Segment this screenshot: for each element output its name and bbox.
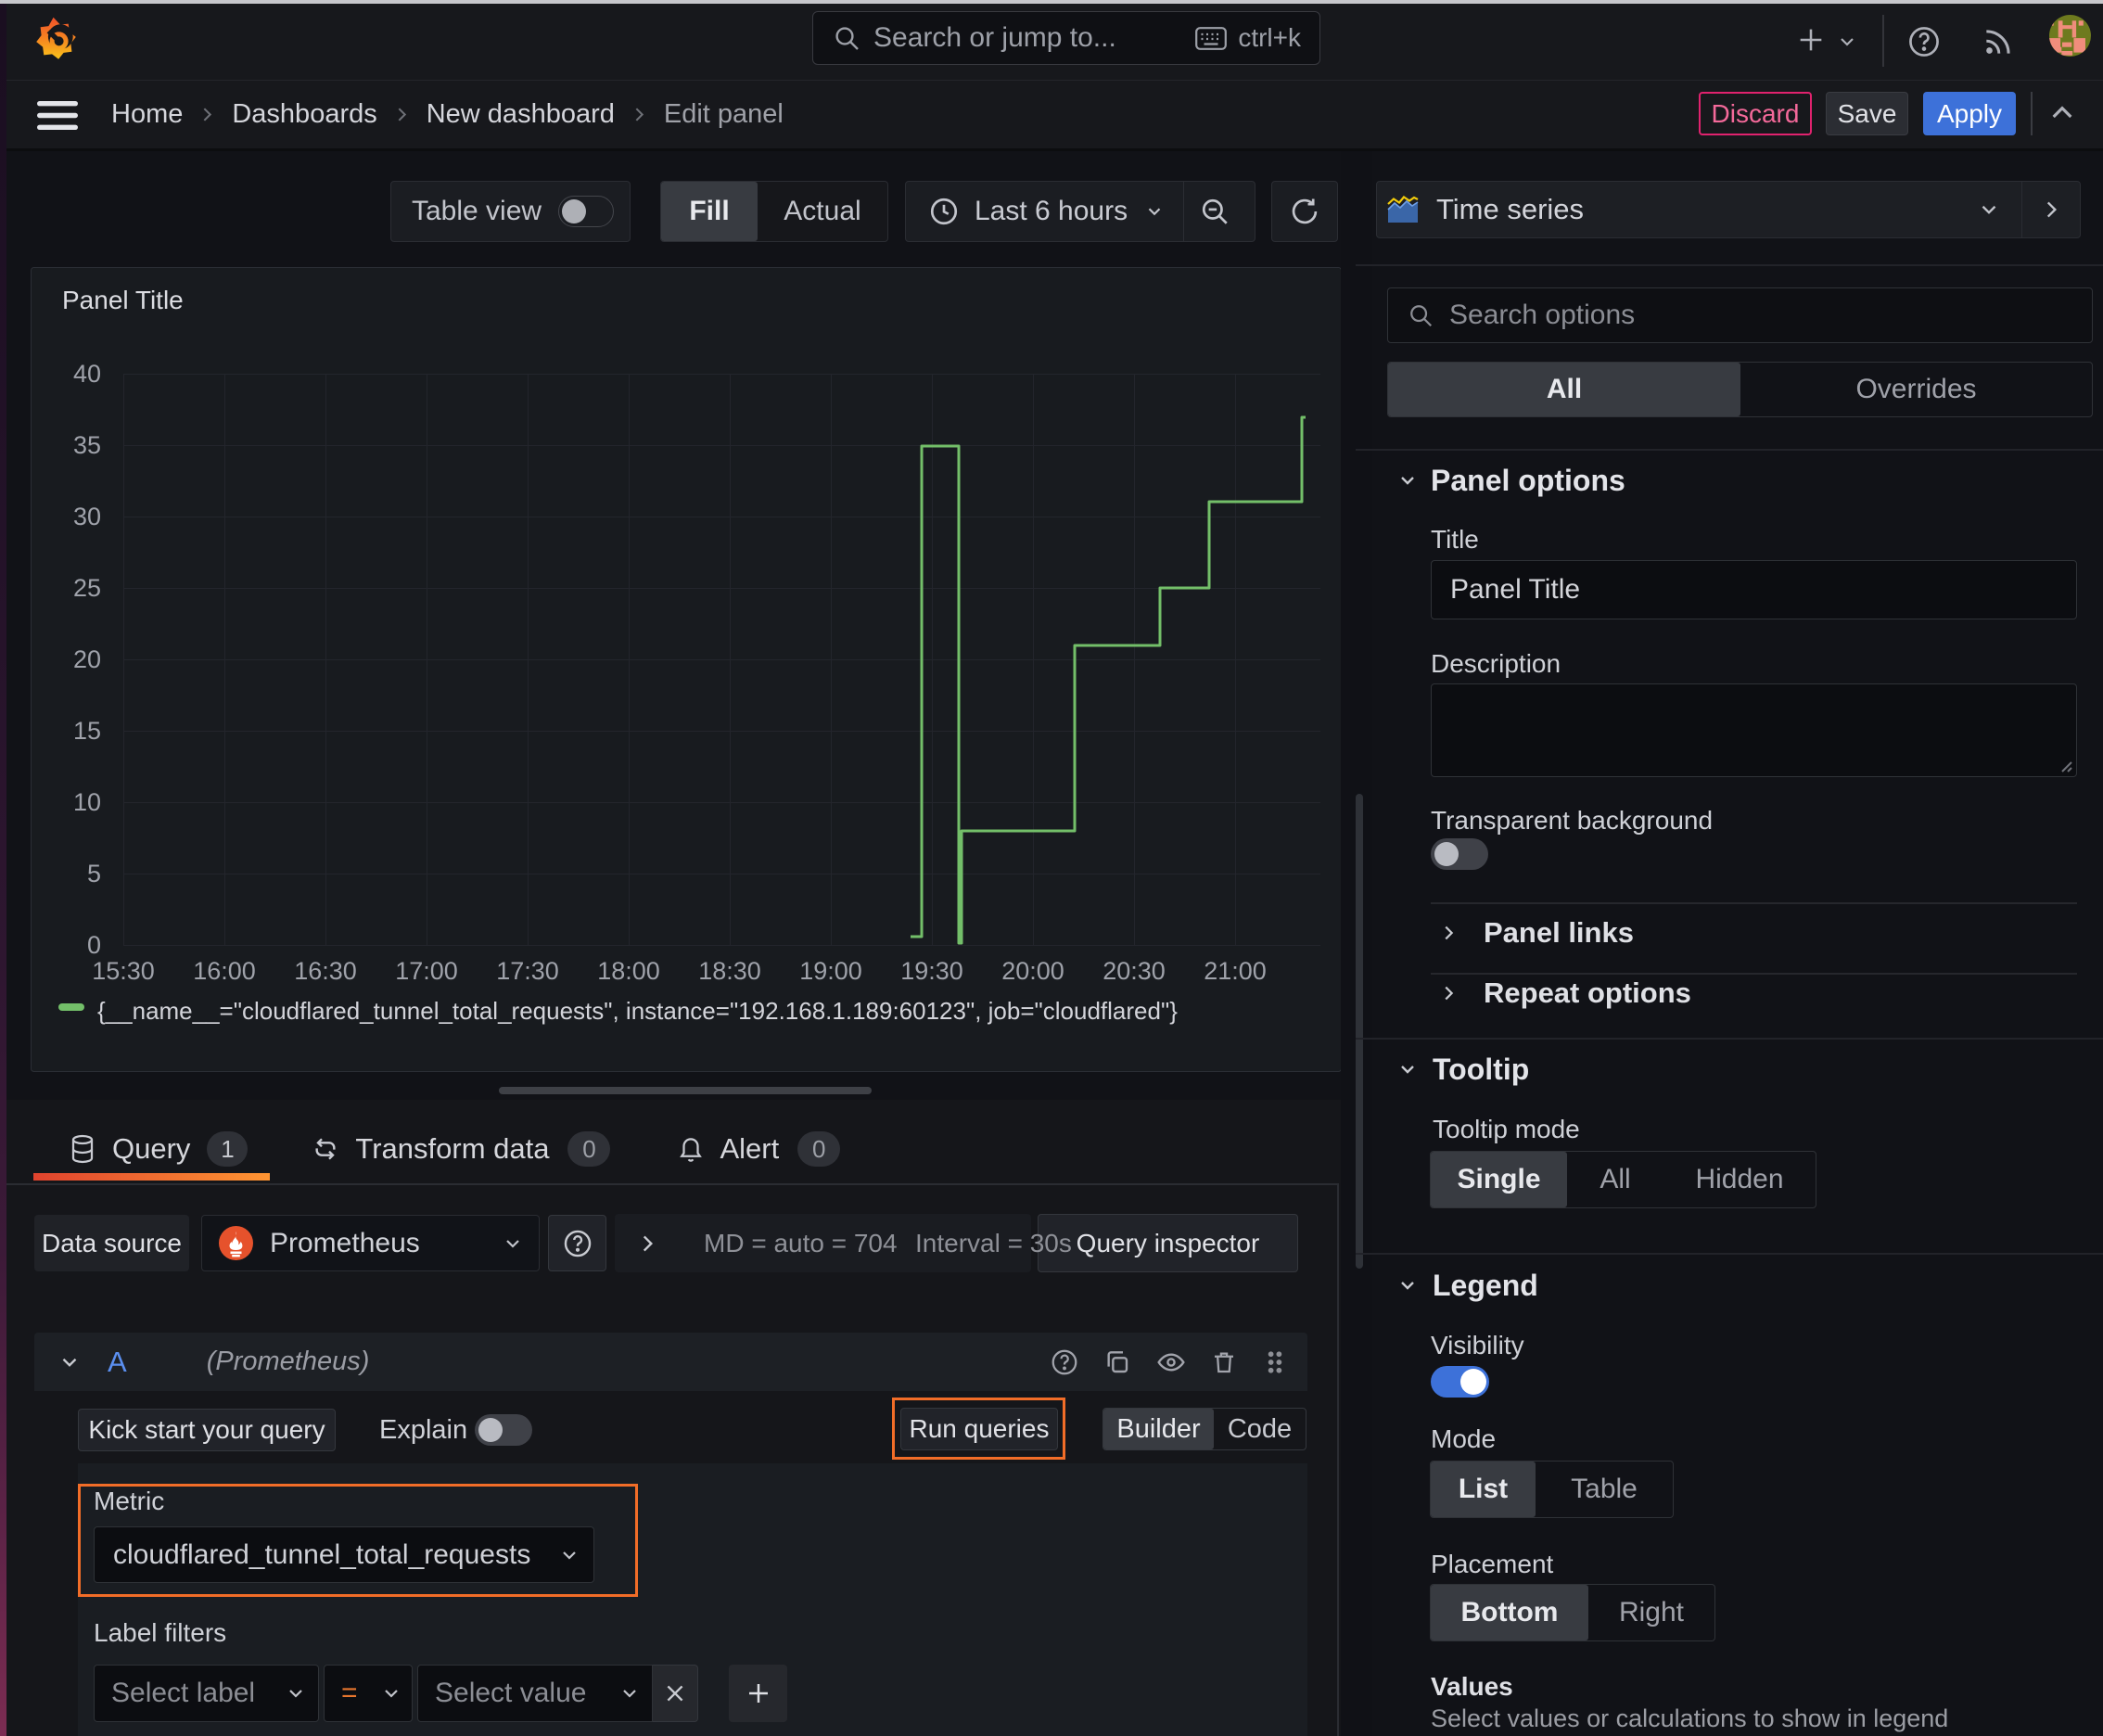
svg-text:15: 15 xyxy=(73,717,101,745)
svg-text:17:30: 17:30 xyxy=(496,957,559,985)
svg-text:17:00: 17:00 xyxy=(395,957,458,985)
svg-text:0: 0 xyxy=(87,931,101,959)
svg-text:16:30: 16:30 xyxy=(294,957,357,985)
svg-text:18:30: 18:30 xyxy=(698,957,761,985)
svg-text:20:30: 20:30 xyxy=(1102,957,1166,985)
svg-text:15:30: 15:30 xyxy=(92,957,155,985)
svg-text:18:00: 18:00 xyxy=(597,957,660,985)
svg-text:16:00: 16:00 xyxy=(193,957,256,985)
svg-text:19:00: 19:00 xyxy=(799,957,862,985)
svg-text:21:00: 21:00 xyxy=(1204,957,1267,985)
svg-text:20: 20 xyxy=(73,645,101,673)
svg-text:Panel Title: Panel Title xyxy=(62,286,184,314)
svg-text:25: 25 xyxy=(73,574,101,602)
svg-text:40: 40 xyxy=(73,360,101,388)
svg-text:5: 5 xyxy=(87,860,101,887)
svg-text:{__name__="cloudflared_tunnel_: {__name__="cloudflared_tunnel_total_requ… xyxy=(97,997,1178,1025)
svg-text:35: 35 xyxy=(73,431,101,459)
svg-text:10: 10 xyxy=(73,788,101,816)
svg-text:20:00: 20:00 xyxy=(1001,957,1064,985)
svg-text:19:30: 19:30 xyxy=(900,957,963,985)
svg-text:30: 30 xyxy=(73,503,101,530)
